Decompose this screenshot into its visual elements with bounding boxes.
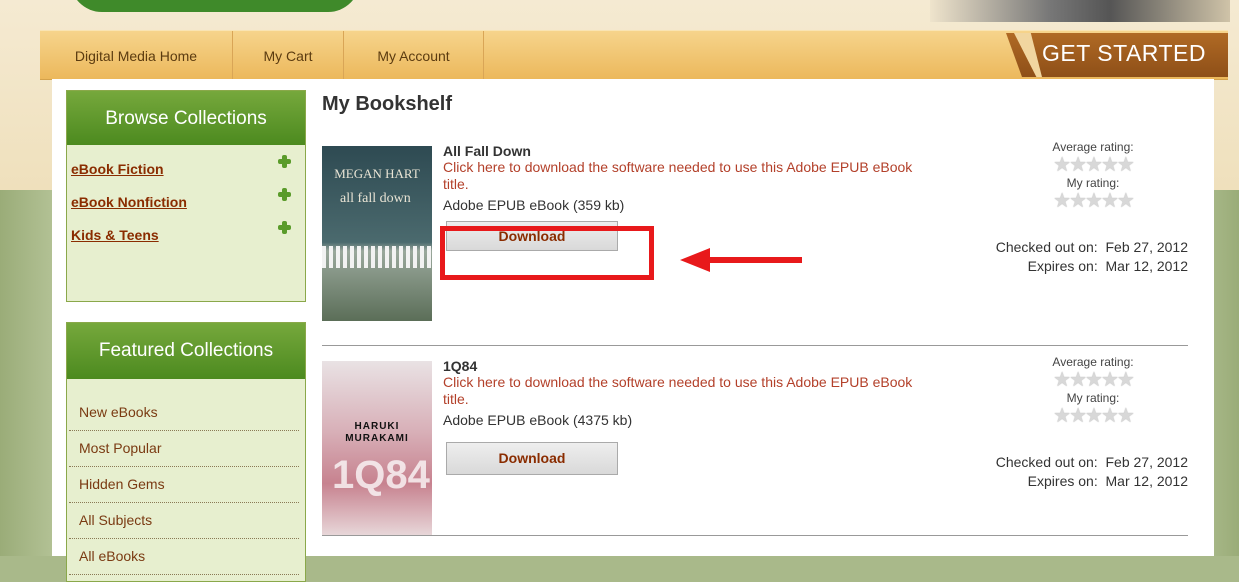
- my-rating-label: My rating:: [1066, 391, 1120, 405]
- expand-plus-icon[interactable]: [278, 188, 291, 201]
- download-software-link[interactable]: Click here to download the software need…: [443, 159, 913, 193]
- featured-item-all-subjects[interactable]: All Subjects: [69, 503, 299, 539]
- ratings-block: Average rating: ★★★★★ My rating: ★★★★★: [1038, 355, 1148, 427]
- collection-link[interactable]: eBook Fiction: [71, 161, 164, 177]
- get-started-button[interactable]: GET STARTED: [1006, 33, 1228, 77]
- cover-title: 1Q84: [332, 453, 430, 497]
- download-software-link[interactable]: Click here to download the software need…: [443, 374, 913, 408]
- annotation-highlight-box: [440, 226, 654, 280]
- my-rating-stars[interactable]: ★★★★★: [1038, 405, 1148, 427]
- header-photo: [930, 0, 1230, 22]
- book-cover[interactable]: HARUKI MURAKAMI 1Q84: [322, 361, 432, 536]
- featured-item-all-ebooks[interactable]: All eBooks: [69, 539, 299, 575]
- ratings-block: Average rating: ★★★★★ My rating: ★★★★★: [1038, 140, 1148, 212]
- average-rating-stars: ★★★★★: [1053, 369, 1135, 391]
- featured-item-most-popular[interactable]: Most Popular: [69, 431, 299, 467]
- item-divider: [322, 345, 1188, 346]
- browse-collections-panel: Browse Collections eBook Fiction eBook N…: [66, 90, 306, 302]
- collection-ebook-fiction: eBook Fiction: [67, 151, 305, 184]
- nav-digital-media-home[interactable]: Digital Media Home: [40, 31, 233, 79]
- my-rating-stars[interactable]: ★★★★★: [1038, 190, 1148, 212]
- loan-dates: Checked out on: Feb 27, 2012 Expires on:…: [996, 238, 1188, 276]
- expires-date: Mar 12, 2012: [1105, 258, 1189, 274]
- featured-item-hidden-gems[interactable]: Hidden Gems: [69, 467, 299, 503]
- checked-out-date: Feb 27, 2012: [1105, 454, 1188, 470]
- main-navbar: Digital Media Home My Cart My Account GE…: [40, 30, 1228, 80]
- book-title[interactable]: 1Q84: [443, 358, 477, 374]
- get-started-label: GET STARTED: [1042, 40, 1206, 66]
- book-format: Adobe EPUB eBook (359 kb): [443, 197, 625, 213]
- checked-out-label: Checked out on:: [995, 239, 1098, 255]
- collection-kids-teens: Kids & Teens: [67, 217, 305, 250]
- cover-title: all fall down: [340, 191, 411, 206]
- checkmark-icon: [1014, 33, 1042, 77]
- book-title[interactable]: All Fall Down: [443, 143, 531, 159]
- nav-my-account[interactable]: My Account: [344, 31, 484, 79]
- expires-date: Mar 12, 2012: [1105, 473, 1189, 489]
- collection-ebook-nonfiction: eBook Nonfiction: [67, 184, 305, 217]
- page-title: My Bookshelf: [322, 93, 453, 115]
- average-rating-label: Average rating:: [1052, 140, 1134, 154]
- collection-link[interactable]: eBook Nonfiction: [71, 194, 187, 210]
- average-rating-stars: ★★★★★: [1053, 154, 1135, 176]
- book-format: Adobe EPUB eBook (4375 kb): [443, 412, 633, 428]
- average-rating-label: Average rating:: [1052, 355, 1134, 369]
- item-divider: [322, 535, 1188, 536]
- my-rating-label: My rating:: [1066, 176, 1120, 190]
- nav-my-cart[interactable]: My Cart: [233, 31, 344, 79]
- annotation-arrow-icon: [680, 248, 802, 272]
- checked-out-label: Checked out on:: [995, 454, 1098, 470]
- cover-author: MEGAN HART: [334, 166, 420, 181]
- checked-out-date: Feb 27, 2012: [1105, 239, 1188, 255]
- site-logo[interactable]: [70, 0, 360, 12]
- download-button[interactable]: Download: [446, 442, 618, 475]
- book-cover[interactable]: MEGAN HART all fall down: [322, 146, 432, 321]
- loan-dates: Checked out on: Feb 27, 2012 Expires on:…: [996, 453, 1188, 491]
- expires-label: Expires on:: [1027, 473, 1098, 489]
- expand-plus-icon[interactable]: [278, 155, 291, 168]
- cover-author: HARUKI MURAKAMI: [345, 421, 409, 444]
- bookshelf-item: HARUKI MURAKAMI 1Q84 1Q84 Click here to …: [322, 355, 1188, 556]
- browse-collections-title: Browse Collections: [67, 91, 305, 145]
- expires-label: Expires on:: [1027, 258, 1098, 274]
- cover-fence: [322, 246, 432, 268]
- featured-collections-title: Featured Collections: [67, 323, 305, 379]
- expand-plus-icon[interactable]: [278, 221, 291, 234]
- collection-link[interactable]: Kids & Teens: [71, 227, 159, 243]
- featured-collections-panel: Featured Collections New eBooks Most Pop…: [66, 322, 306, 582]
- featured-item-new-ebooks[interactable]: New eBooks: [69, 395, 299, 431]
